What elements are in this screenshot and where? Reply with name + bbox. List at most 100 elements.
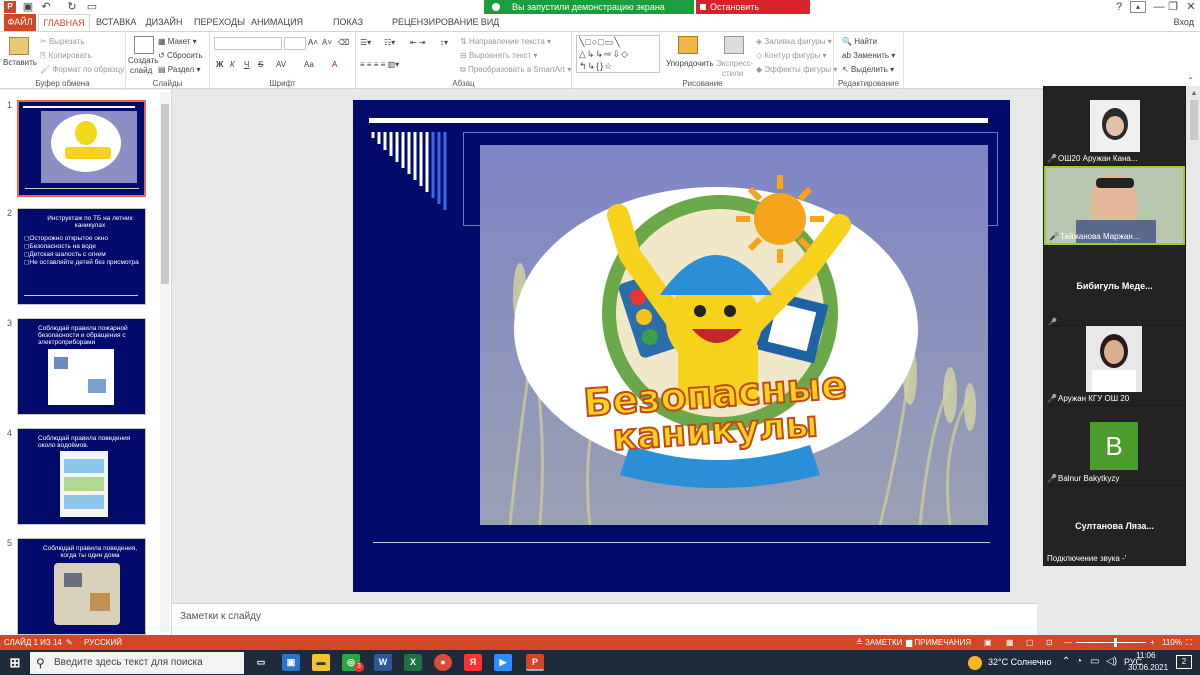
align-text-button[interactable]: ⊟ Выровнять текст ▾ [460, 51, 538, 60]
shape-outline-button[interactable]: ◇ Контур фигуры ▾ [756, 51, 827, 60]
reset-button[interactable]: ↺ Сбросить [158, 51, 203, 60]
thumb-slide-4[interactable]: Соблюдай правила поведения около водоёмо… [17, 428, 146, 525]
tab-file[interactable]: ФАЙЛ [4, 14, 36, 31]
scrollbar-thumb[interactable] [161, 104, 169, 284]
participant-tile[interactable]: Бибигуль Меде... 🎤 [1044, 246, 1185, 325]
strikethrough-button[interactable]: S [258, 60, 263, 69]
stop-share-button[interactable]: Остановить демонстрацию [696, 0, 810, 26]
zoom-level[interactable]: 110% [1162, 635, 1182, 650]
smartart-button[interactable]: ⧉ Преобразовать в SmartArt ▾ [460, 65, 571, 75]
quick-styles-button[interactable]: Экспресс- [716, 59, 753, 68]
start-slideshow-icon[interactable]: ▭ [86, 1, 98, 13]
tab-animation[interactable]: АНИМАЦИЯ [250, 14, 304, 31]
thumbnail-scrollbar[interactable] [160, 92, 170, 632]
paste-button[interactable]: Вставить [3, 58, 37, 67]
volume-icon[interactable]: ◁) [1106, 656, 1117, 667]
zoom-in-icon[interactable]: + [1150, 635, 1155, 650]
normal-view-icon[interactable]: ▣ [984, 635, 992, 650]
tab-insert[interactable]: ВСТАВКА [96, 14, 136, 31]
select-button[interactable]: ↖ Выделить ▾ [842, 65, 894, 74]
find-button[interactable]: 🔍 Найти [842, 37, 877, 46]
task-view-icon[interactable]: ▭ [252, 654, 270, 671]
text-direction-button[interactable]: ⇅ Направление текста ▾ [460, 37, 551, 46]
replace-button[interactable]: ab Заменить ▾ [842, 51, 895, 60]
thumb-slide-2[interactable]: Инструктаж по ТБ на летних каникулах ◻Ос… [17, 208, 146, 305]
participant-tile[interactable]: B 🎤 Balnur Bakytkyzy [1044, 406, 1185, 485]
tab-slideshow[interactable]: ПОКАЗ СЛАЙДОВ [312, 14, 384, 44]
ribbon-display-options-button[interactable]: ▴ [1130, 1, 1146, 13]
yandex-icon[interactable]: Я [464, 654, 482, 671]
network-icon[interactable]: ◔ [1076, 656, 1082, 667]
slide-scrollbar[interactable]: ▲ [1188, 86, 1200, 634]
participant-tile-active[interactable]: 🎤 Тайжанова Маржан... [1044, 166, 1185, 245]
tab-home[interactable]: ГЛАВНАЯ [38, 14, 90, 31]
font-color-button[interactable]: A [332, 60, 337, 69]
section-button[interactable]: ▤ Раздел ▾ [158, 65, 200, 74]
notes-pane[interactable]: Заметки к слайду [172, 603, 1037, 635]
comments-toggle[interactable]: ▆ ПРИМЕЧАНИЯ [906, 635, 971, 650]
tray-chevron-icon[interactable]: ⌃ [1062, 656, 1070, 667]
grow-font-icon[interactable]: A˄ [308, 38, 318, 47]
save-icon[interactable]: ▣ [22, 1, 34, 13]
shrink-font-icon[interactable]: A˅ [322, 38, 332, 47]
zoom-out-icon[interactable]: — [1064, 635, 1072, 650]
undo-icon[interactable]: ↶ [40, 1, 52, 13]
close-button[interactable]: ✕ [1180, 0, 1200, 14]
zoom-slider-handle[interactable] [1114, 638, 1117, 647]
weather-text[interactable]: 32°C Солнечно [988, 657, 1052, 667]
underline-button[interactable]: Ч [244, 60, 249, 69]
shape-fill-button[interactable]: ◈ Заливка фигуры ▾ [756, 37, 832, 46]
participant-tile[interactable]: 🎤 ОШ20 Аружан Кана... [1044, 86, 1185, 165]
indent-icons[interactable]: ⇤ ⇥ [410, 38, 426, 47]
tab-transitions[interactable]: ПЕРЕХОДЫ [194, 14, 245, 31]
cut-button[interactable]: ✂ Вырезать [40, 37, 85, 46]
clear-format-icon[interactable]: ⌫ [338, 38, 349, 47]
chrome-icon[interactable]: ● [434, 654, 452, 671]
clock-time[interactable]: 11:06 [1136, 651, 1155, 660]
excel-icon[interactable]: X [404, 654, 422, 671]
notes-toggle[interactable]: ≜ ЗАМЕТКИ [856, 635, 902, 650]
new-slide-button[interactable]: Создать [128, 56, 158, 65]
thumb-slide-3[interactable]: Соблюдай правила пожарной безопасности и… [17, 318, 146, 415]
word-icon[interactable]: W [374, 654, 392, 671]
zoom-slider[interactable] [1076, 638, 1146, 647]
zoom-app-icon[interactable]: ▶ [494, 654, 512, 671]
copy-button[interactable]: ⎘ Копировать [40, 51, 92, 61]
battery-icon[interactable]: ▭ [1090, 656, 1099, 667]
collapse-ribbon-icon[interactable]: ⌃ [1187, 76, 1194, 85]
slide-logo-image[interactable]: Безопасные каникулы [480, 145, 988, 525]
align-icons[interactable]: ≡ ≡ ≡ ≡ ▥▾ [360, 60, 399, 69]
shapes-gallery[interactable]: ╲□○□▭╲ △↳↳⇨⇩◇ ↰↳{}☆ [576, 35, 660, 73]
bold-button[interactable]: Ж [216, 60, 223, 69]
font-name-field[interactable] [214, 37, 282, 50]
font-size-field[interactable] [284, 37, 306, 50]
language-indicator[interactable]: РУССКИЙ [84, 635, 122, 650]
bullets-icon[interactable]: ☰▾ [360, 38, 371, 47]
windows-start-icon[interactable]: ⊞ [6, 654, 24, 671]
reading-view-icon[interactable]: ▢ [1026, 635, 1034, 650]
thumb-slide-1[interactable] [16, 99, 147, 198]
current-slide[interactable]: Безопасные каникулы [353, 100, 1010, 592]
participant-tile[interactable]: 🎤 Аружан КГУ ОШ 20 [1044, 326, 1185, 405]
taskbar-search-input[interactable]: ⚲ Введите здесь текст для поиска [30, 652, 244, 674]
clock-date[interactable]: 30.06.2021 [1128, 663, 1168, 672]
scroll-up-icon[interactable]: ▲ [1189, 90, 1199, 98]
change-case-button[interactable]: Aa [304, 60, 314, 69]
redo-icon[interactable]: ↻ [66, 1, 78, 13]
numbering-icon[interactable]: ☷▾ [384, 38, 395, 47]
sign-in-link[interactable]: Вход [1174, 14, 1194, 31]
format-painter-button[interactable]: 🖌 Формат по образцу [40, 65, 124, 74]
tab-view[interactable]: ВИД [478, 14, 502, 31]
quick-styles-label-2[interactable]: стили [722, 69, 743, 78]
thumb-slide-5[interactable]: Соблюдай правила поведения, когда ты оди… [17, 538, 146, 635]
fit-slide-icon[interactable]: ⛶ [1186, 635, 1192, 650]
arrange-button[interactable]: Упорядочить [666, 59, 714, 68]
scrollbar-thumb[interactable] [1190, 100, 1198, 140]
tab-review[interactable]: РЕЦЕНЗИРОВАНИЕ [392, 14, 479, 31]
char-spacing-button[interactable]: AV [276, 60, 286, 69]
spellcheck-icon[interactable]: ✎ [66, 635, 73, 650]
slideshow-view-icon[interactable]: ⊡ [1046, 635, 1053, 650]
powerpoint-taskbar-icon[interactable]: P [526, 654, 544, 671]
tab-design[interactable]: ДИЗАЙН [144, 14, 184, 31]
notifications-icon[interactable]: 2 [1176, 655, 1192, 669]
